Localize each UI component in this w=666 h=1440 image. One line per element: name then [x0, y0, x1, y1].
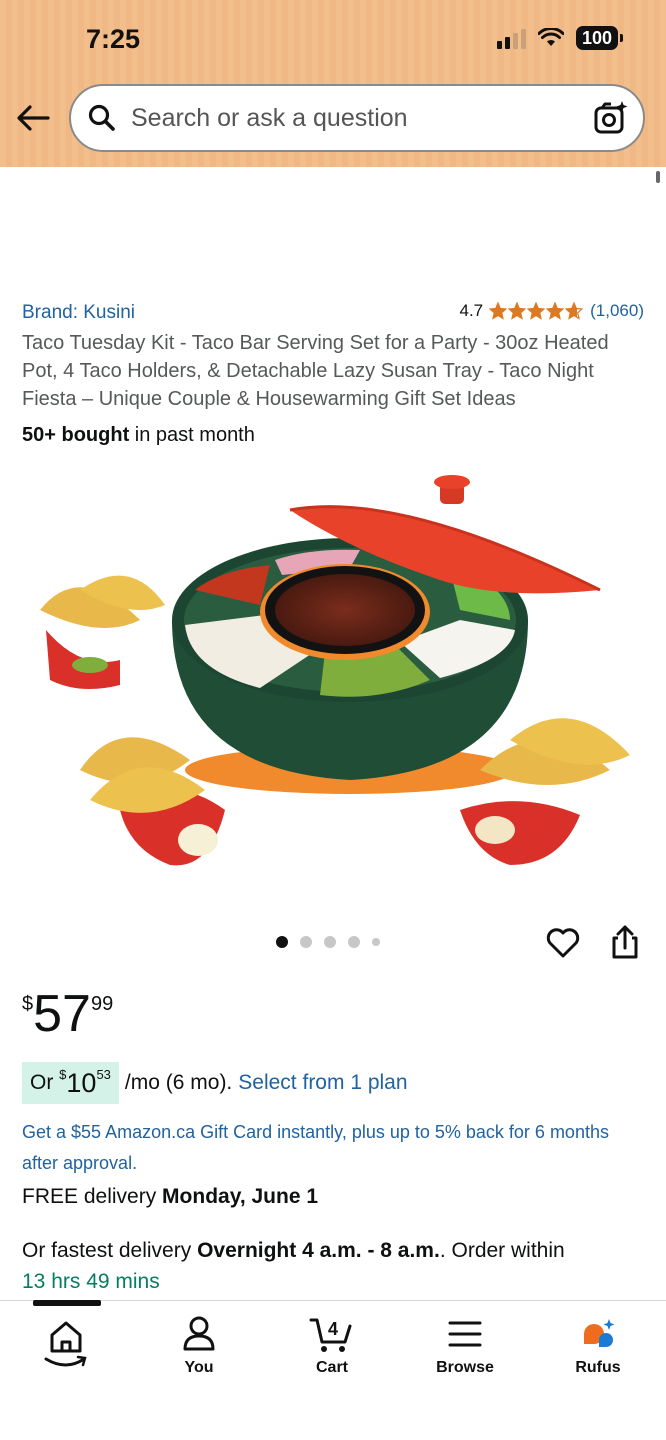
scroll-indicator — [656, 171, 660, 183]
search-input[interactable] — [129, 102, 573, 134]
delivery-info: FREE delivery Monday, June 1 — [22, 1185, 318, 1209]
star-icon — [489, 302, 508, 320]
installment-currency: $ — [59, 1067, 67, 1082]
giftcard-offer-link[interactable]: Get a $55 Amazon.ca Gift Card instantly,… — [22, 1117, 622, 1179]
nav-cart[interactable]: 4 Cart — [277, 1315, 387, 1377]
fastest-delivery-info: Or fastest delivery Overnight 4 a.m. - 8… — [22, 1235, 652, 1297]
bought-count-bold: 50+ bought — [22, 424, 130, 446]
installment-highlight: Or $10 53 — [22, 1062, 119, 1104]
star-icon — [565, 302, 584, 320]
person-icon — [183, 1316, 215, 1351]
price-whole: 57 — [33, 985, 91, 1043]
carousel-dot[interactable] — [300, 936, 312, 948]
search-bar[interactable] — [69, 84, 645, 152]
battery-icon: 100 — [575, 26, 624, 50]
brand-link[interactable]: Brand: Kusini — [22, 302, 135, 324]
signal-icon — [496, 27, 526, 49]
star-icon — [527, 302, 546, 320]
delivery-date: Monday, June 1 — [162, 1185, 319, 1208]
back-arrow-icon[interactable] — [16, 100, 56, 140]
carousel-dot[interactable] — [372, 938, 380, 946]
nav-home[interactable] — [11, 1315, 121, 1371]
home-icon — [44, 1321, 87, 1367]
star-icon — [546, 302, 565, 320]
cart-icon: 4 — [309, 1318, 352, 1352]
rating-value: 4.7 — [459, 301, 484, 320]
nav-browse-label: Browse — [436, 1359, 494, 1376]
star-rating-icon — [489, 302, 584, 320]
product-title: Taco Tuesday Kit - Taco Bar Serving Set … — [22, 332, 609, 410]
review-count[interactable]: (1,060) — [590, 301, 644, 321]
image-carousel-dots[interactable] — [276, 936, 380, 948]
installment-fraction: 53 — [96, 1067, 111, 1082]
order-countdown: 13 hrs 49 mins — [22, 1270, 160, 1293]
installment-whole: 10 — [66, 1068, 97, 1098]
rating-summary[interactable]: 4.7 (1,060) — [459, 301, 644, 321]
select-plan-link[interactable]: Select from 1 plan — [238, 1071, 407, 1095]
price-fraction: 99 — [90, 993, 114, 1015]
search-icon — [87, 103, 117, 133]
price: $ 57 99 — [22, 985, 113, 1043]
heart-icon[interactable] — [545, 925, 581, 961]
bottom-navigation: You 4 Cart Browse Rufus — [0, 1300, 666, 1440]
fastest-middle: . Order within — [439, 1239, 565, 1262]
product-image[interactable] — [20, 470, 646, 880]
delivery-prefix: FREE delivery — [22, 1185, 157, 1208]
cart-count: 4 — [328, 1319, 338, 1339]
share-icon[interactable] — [609, 924, 641, 960]
installment-offer: Or $10 53 /mo (6 mo). Select from 1 plan — [22, 1062, 408, 1104]
carousel-dot[interactable] — [324, 936, 336, 948]
app-header: 7:25 100 — [0, 0, 666, 167]
nav-rufus-label: Rufus — [575, 1359, 621, 1376]
status-icons: 100 — [496, 26, 624, 50]
rufus-icon — [584, 1319, 615, 1347]
installment-term: /mo (6 mo). — [124, 1071, 233, 1094]
bought-count: 50+ bought in past month — [22, 424, 255, 447]
camera-search-icon[interactable] — [593, 100, 629, 136]
nav-rufus[interactable]: Rufus — [543, 1315, 653, 1377]
wifi-icon — [537, 28, 564, 46]
fastest-prefix: Or fastest delivery — [22, 1239, 192, 1262]
nav-browse[interactable]: Browse — [410, 1315, 520, 1377]
installment-prefix: Or — [30, 1071, 54, 1094]
active-tab-indicator — [33, 1300, 101, 1306]
price-currency: $ — [22, 993, 34, 1015]
nav-cart-label: Cart — [315, 1359, 348, 1376]
fastest-window: Overnight 4 a.m. - 8 a.m. — [197, 1239, 440, 1262]
menu-icon — [448, 1321, 482, 1347]
nav-you-label: You — [184, 1359, 214, 1376]
carousel-dot[interactable] — [276, 936, 288, 948]
nav-you[interactable]: You — [144, 1315, 254, 1377]
status-time: 7:25 — [86, 24, 141, 54]
carousel-dot[interactable] — [348, 936, 360, 948]
bought-count-rest: in past month — [134, 424, 255, 446]
star-icon — [508, 302, 527, 320]
